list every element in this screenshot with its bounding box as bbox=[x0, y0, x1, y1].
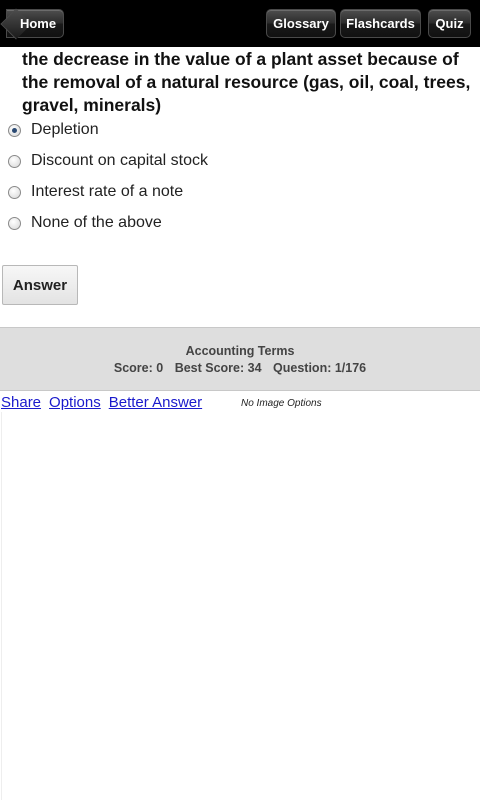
option-label: Discount on capital stock bbox=[31, 152, 208, 169]
content-divider bbox=[1, 412, 2, 800]
flashcards-button[interactable]: Flashcards bbox=[340, 9, 421, 38]
option-label: Interest rate of a note bbox=[31, 183, 184, 200]
top-nav-bar: Home Glossary Flashcards Quiz bbox=[0, 0, 480, 47]
no-image-options-text: No Image Options bbox=[241, 398, 322, 409]
glossary-button-label: Glossary bbox=[273, 16, 329, 31]
share-link[interactable]: Share bbox=[1, 394, 41, 411]
home-button-label: Home bbox=[19, 16, 57, 31]
option-depletion[interactable]: Depletion bbox=[8, 119, 99, 141]
glossary-button[interactable]: Glossary bbox=[266, 9, 336, 38]
answer-button-label: Answer bbox=[12, 276, 68, 294]
radio-button[interactable] bbox=[8, 216, 21, 230]
flashcards-button-label: Flashcards bbox=[346, 16, 415, 31]
question-counter: Question: 1/176 bbox=[273, 361, 367, 375]
action-links: Share Options Better Answer bbox=[1, 394, 210, 411]
score-text: Score: 0 bbox=[113, 361, 164, 375]
best-score-text: Best Score: 34 bbox=[174, 361, 262, 375]
option-none-of-the-above[interactable]: None of the above bbox=[8, 212, 162, 234]
answer-button[interactable]: Answer bbox=[2, 265, 78, 305]
question-text: the decrease in the value of a plant ass… bbox=[22, 49, 471, 115]
better-answer-link[interactable]: Better Answer bbox=[109, 394, 202, 411]
option-discount-on-capital-stock[interactable]: Discount on capital stock bbox=[8, 150, 208, 172]
quiz-button-label: Quiz bbox=[435, 16, 464, 31]
option-interest-rate-of-a-note[interactable]: Interest rate of a note bbox=[8, 181, 183, 203]
quiz-title: Accounting Terms bbox=[185, 344, 295, 358]
radio-button-checked[interactable] bbox=[8, 123, 21, 137]
quiz-button[interactable]: Quiz bbox=[428, 9, 471, 38]
quiz-status-bar: Accounting Terms Score: 0 Best Score: 34… bbox=[0, 327, 480, 391]
quiz-stats: Score: 0 Best Score: 34 Question: 1/176 bbox=[0, 361, 480, 375]
radio-button[interactable] bbox=[8, 185, 21, 199]
option-label: None of the above bbox=[31, 214, 162, 231]
options-link[interactable]: Options bbox=[49, 394, 101, 411]
radio-button[interactable] bbox=[8, 154, 21, 168]
home-button[interactable]: Home bbox=[0, 8, 64, 40]
option-label: Depletion bbox=[31, 121, 99, 138]
